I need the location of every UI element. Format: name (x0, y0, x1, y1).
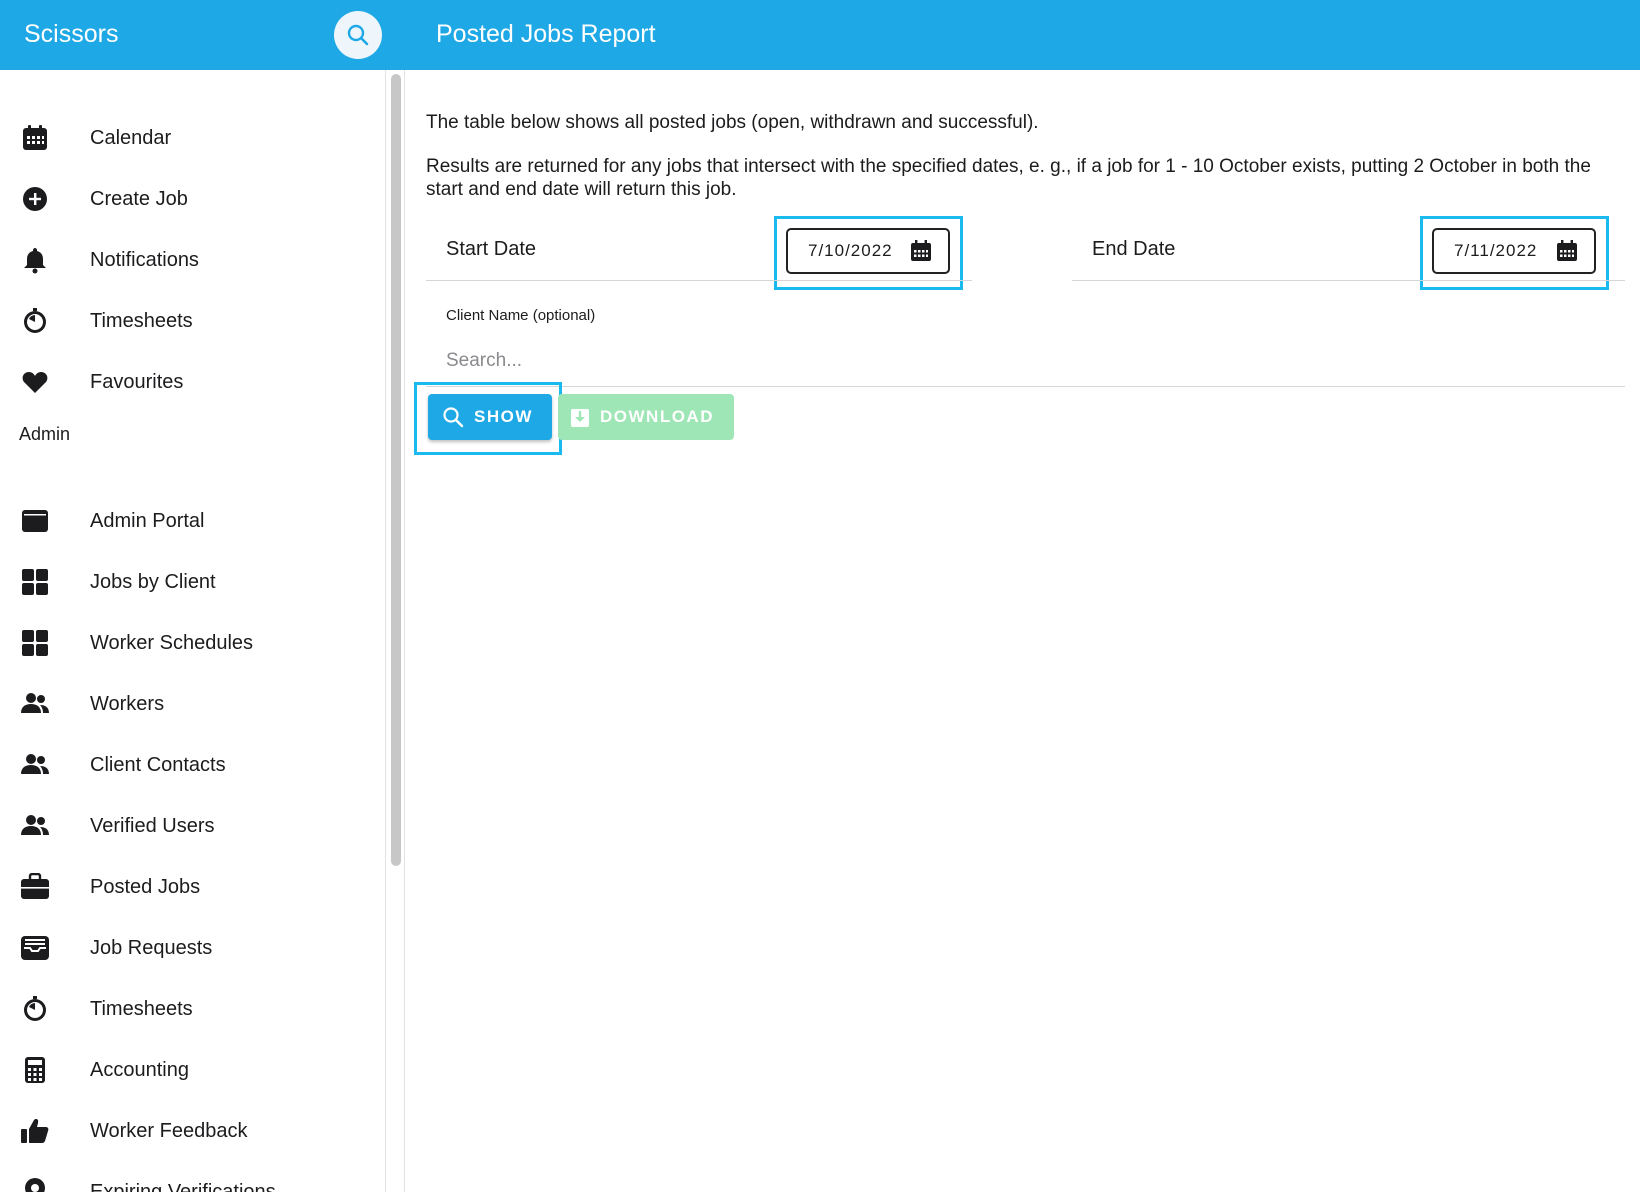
sidebar-item-admin-portal[interactable]: Admin Portal (0, 493, 385, 549)
start-date-label: Start Date (446, 238, 537, 260)
sidebar-item-label: Worker Schedules (90, 631, 254, 654)
bell-icon (20, 245, 50, 275)
main-content: The table below shows all posted jobs (o… (406, 70, 1640, 1192)
start-date-highlight (774, 216, 963, 290)
sidebar-item-label: Verified Users (90, 814, 215, 837)
search-button[interactable] (334, 11, 382, 59)
download-icon (571, 409, 589, 427)
sidebar-item-timesheets[interactable]: Timesheets (0, 293, 385, 349)
heart-icon (20, 367, 50, 397)
end-date-label: End Date (1092, 238, 1176, 260)
sidebar-item-label: Accounting (90, 1058, 189, 1081)
sidebar-item-label: Notifications (90, 248, 199, 271)
sidebar-item-label: Jobs by Client (90, 570, 216, 593)
sidebar-item-label: Admin Portal (90, 509, 205, 532)
sidebar-item-posted-jobs[interactable]: Posted Jobs (0, 859, 385, 915)
sidebar-item-label: Favourites (90, 370, 184, 393)
sidebar-item-label: Worker Feedback (90, 1119, 248, 1142)
grid-icon (20, 567, 50, 597)
sidebar-item-accounting[interactable]: Accounting (0, 1042, 385, 1098)
sidebar-item-label: Timesheets (90, 997, 193, 1020)
app-title: Scissors (24, 20, 119, 48)
inbox-icon (20, 933, 50, 963)
plus-circle-icon (20, 184, 50, 214)
sidebar-item-label: Calendar (90, 126, 172, 149)
users-icon (20, 750, 50, 780)
sidebar-item-jobs-by-client[interactable]: Jobs by Client (0, 554, 385, 610)
show-button-highlight (414, 382, 562, 455)
thumbs-up-icon (20, 1116, 50, 1146)
sidebar-item-label: Posted Jobs (90, 875, 201, 898)
sidebar-item-label: Workers (90, 692, 165, 715)
top-app-bar: Scissors Posted Jobs Report (0, 0, 1640, 70)
stopwatch-icon (20, 994, 50, 1024)
briefcase-icon (20, 872, 50, 902)
download-button-label: DOWNLOAD (600, 407, 714, 426)
client-name-label: Client Name (optional) (446, 307, 596, 324)
sidebar-item-worker-schedules[interactable]: Worker Schedules (0, 615, 385, 671)
sidebar-item-label: Expiring Verifications (90, 1180, 276, 1192)
intro-text: The table below shows all posted jobs (o… (426, 112, 1039, 133)
sidebar-item-label: Client Contacts (90, 753, 226, 776)
sidebar: Calendar Create Job Notifications Timesh… (0, 70, 386, 1192)
sidebar-item-worker-feedback[interactable]: Worker Feedback (0, 1103, 385, 1159)
intro-description: Results are returned for any jobs that i… (426, 156, 1591, 200)
users-icon (20, 689, 50, 719)
download-button[interactable]: DOWNLOAD (558, 394, 734, 440)
sidebar-item-verified-users[interactable]: Verified Users (0, 798, 385, 854)
stopwatch-icon (20, 306, 50, 336)
admin-section-label: Admin (19, 424, 71, 444)
window-icon (20, 506, 50, 536)
sidebar-item-job-requests[interactable]: Job Requests (0, 920, 385, 976)
sidebar-item-expiring-verifications[interactable]: Expiring Verifications (0, 1164, 385, 1192)
sidebar-item-create-job[interactable]: Create Job (0, 171, 385, 227)
sidebar-item-workers[interactable]: Workers (0, 676, 385, 732)
end-date-underline (1072, 280, 1625, 281)
calculator-icon (20, 1055, 50, 1085)
page-title: Posted Jobs Report (436, 20, 656, 48)
start-date-underline (426, 280, 972, 281)
end-date-highlight (1420, 216, 1609, 290)
sidebar-scrollbar[interactable] (391, 74, 401, 866)
divider (404, 70, 405, 1192)
calendar-icon (20, 123, 50, 153)
users-icon (20, 811, 50, 841)
sidebar-item-favourites[interactable]: Favourites (0, 354, 385, 410)
search-icon (347, 24, 369, 46)
sidebar-item-calendar[interactable]: Calendar (0, 110, 385, 166)
client-name-underline (426, 386, 1625, 387)
sidebar-item-label: Job Requests (90, 936, 213, 959)
sidebar-item-notifications[interactable]: Notifications (0, 232, 385, 288)
client-name-search-input[interactable] (446, 344, 1596, 378)
award-icon (20, 1177, 50, 1192)
sidebar-item-client-contacts[interactable]: Client Contacts (0, 737, 385, 793)
sidebar-item-label: Create Job (90, 187, 188, 210)
sidebar-item-label: Timesheets (90, 309, 193, 332)
grid-icon (20, 628, 50, 658)
sidebar-item-admin-timesheets[interactable]: Timesheets (0, 981, 385, 1037)
